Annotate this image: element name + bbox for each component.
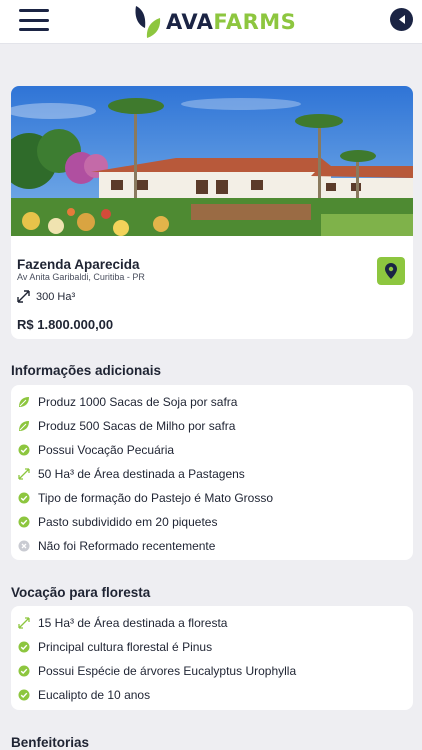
check-circle-icon bbox=[18, 641, 30, 653]
forest-item: Eucalipto de 10 anos bbox=[18, 688, 150, 702]
brand-name-part2: FARMS bbox=[213, 10, 297, 34]
forest-item-text: Possui Espécie de árvores Eucalyptus Uro… bbox=[38, 664, 297, 678]
forest-item: Possui Espécie de árvores Eucalyptus Uro… bbox=[18, 664, 296, 678]
improvements-title: Benfeitorias bbox=[11, 735, 90, 750]
property-area-value: 300 Ha³ bbox=[36, 290, 76, 303]
top-bar: AVAFARMS bbox=[0, 0, 422, 44]
check-circle-icon bbox=[18, 665, 30, 677]
forest-title: Vocação para floresta bbox=[11, 585, 151, 600]
additional-info-item: 50 Ha³ de Área destinada a Pastagens bbox=[18, 467, 245, 481]
additional-info-item-text: Produz 500 Sacas de Milho por safra bbox=[38, 419, 236, 433]
location-button[interactable] bbox=[377, 257, 405, 285]
property-name: Fazenda Aparecida bbox=[17, 257, 140, 272]
forest-item-text: 15 Ha³ de Área destinada a floresta bbox=[38, 616, 228, 630]
hamburger-menu-icon[interactable] bbox=[19, 9, 49, 31]
additional-info-item-text: Não foi Reformado recentemente bbox=[38, 539, 216, 553]
forest-item-text: Eucalipto de 10 anos bbox=[38, 688, 151, 702]
x-circle-icon bbox=[18, 540, 30, 552]
back-button[interactable] bbox=[390, 8, 413, 31]
expand-arrows-icon bbox=[18, 617, 30, 629]
property-card[interactable]: Fazenda Aparecida Av Anita Garibaldi, Cu… bbox=[11, 86, 413, 339]
check-circle-icon bbox=[18, 516, 30, 528]
forest-item-text: Principal cultura florestal é Pinus bbox=[38, 640, 213, 654]
property-photo bbox=[11, 86, 413, 236]
logo-mark-icon bbox=[135, 6, 161, 38]
additional-info-card: Produz 1000 Sacas de Soja por safra Produ… bbox=[11, 385, 413, 560]
property-area: 300 Ha³ bbox=[17, 290, 75, 303]
additional-info-item-text: Pasto subdividido em 20 piquetes bbox=[38, 515, 218, 529]
forest-card: 15 Ha³ de Área destinada a floresta Princ… bbox=[11, 606, 413, 710]
additional-info-item-text: Possui Vocação Pecuária bbox=[38, 443, 175, 457]
additional-info-item: Produz 1000 Sacas de Soja por safra bbox=[18, 395, 237, 409]
brand-name-part1: AVA bbox=[166, 10, 214, 34]
property-address: Av Anita Garibaldi, Curitiba - PR bbox=[17, 272, 145, 282]
additional-info-item: Tipo de formação do Pastejo é Mato Gross… bbox=[18, 491, 273, 505]
additional-info-item: Não foi Reformado recentemente bbox=[18, 539, 215, 553]
brand-name: AVAFARMS bbox=[166, 10, 296, 34]
check-circle-icon bbox=[18, 444, 30, 456]
additional-info-item-text: Produz 1000 Sacas de Soja por safra bbox=[38, 395, 238, 409]
check-circle-icon bbox=[18, 689, 30, 701]
play-left-icon bbox=[398, 15, 405, 24]
avafarms-logo: AVAFARMS bbox=[132, 4, 296, 40]
additional-info-item: Produz 500 Sacas de Milho por safra bbox=[18, 419, 235, 433]
resize-arrows-icon bbox=[17, 290, 30, 303]
forest-item: Principal cultura florestal é Pinus bbox=[18, 640, 212, 654]
leaf-icon bbox=[18, 420, 30, 432]
forest-item: 15 Ha³ de Área destinada a floresta bbox=[18, 616, 227, 630]
expand-arrows-icon bbox=[18, 468, 30, 480]
additional-info-title: Informações adicionais bbox=[11, 363, 162, 378]
additional-info-item: Possui Vocação Pecuária bbox=[18, 443, 174, 457]
property-price: R$ 1.800.000,00 bbox=[17, 317, 114, 332]
leaf-icon bbox=[18, 396, 30, 408]
additional-info-item-text: Tipo de formação do Pastejo é Mato Gross… bbox=[38, 491, 274, 505]
additional-info-item: Pasto subdividido em 20 piquetes bbox=[18, 515, 217, 529]
map-pin-icon bbox=[385, 263, 397, 279]
additional-info-item-text: 50 Ha³ de Área destinada a Pastagens bbox=[38, 467, 245, 481]
check-circle-icon bbox=[18, 492, 30, 504]
